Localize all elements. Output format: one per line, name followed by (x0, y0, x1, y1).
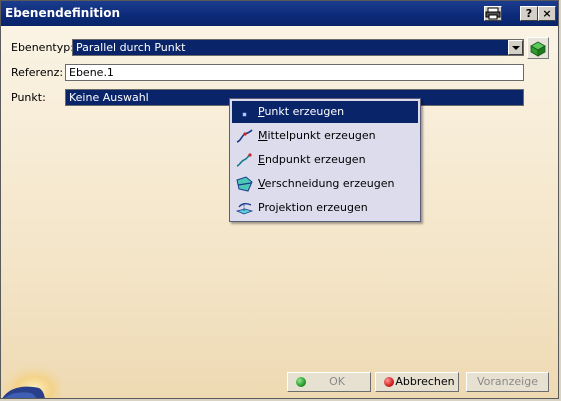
green-dot-icon (296, 377, 306, 387)
ebenentyp-label: Ebenentyp: (11, 41, 74, 54)
intersection-icon (236, 176, 253, 192)
window-title: Ebenendefinition (5, 6, 121, 20)
geometry-selector-button[interactable] (527, 37, 549, 59)
ebenentyp-value: Parallel durch Punkt (76, 41, 186, 54)
corner-globe-decoration (1, 356, 61, 398)
menu-item-mittelpunkt-erzeugen[interactable]: Mittelpunkt erzeugen (232, 125, 418, 147)
endpoint-icon (236, 153, 252, 167)
menu-item-punkt-erzeugen[interactable]: Punkt erzeugen (232, 101, 418, 123)
green-cube-icon (530, 41, 546, 57)
cancel-button[interactable]: Abbrechen (375, 372, 459, 392)
help-button[interactable]: ? (520, 6, 538, 21)
ok-button[interactable]: OK (287, 372, 371, 392)
printer-icon[interactable] (484, 6, 502, 21)
referenz-input[interactable]: Ebene.1 (65, 64, 524, 81)
referenz-label: Referenz: (11, 66, 64, 79)
red-dot-icon (384, 377, 394, 387)
ebenentyp-combo[interactable]: Parallel durch Punkt (72, 39, 524, 56)
plane-definition-dialog: Ebenendefinition ? × Ebenentyp: Parallel… (0, 0, 559, 399)
punkt-label: Punkt: (11, 91, 46, 104)
point-icon (242, 112, 247, 117)
chevron-down-icon[interactable] (508, 40, 523, 55)
title-bar: Ebenendefinition ? × (1, 1, 558, 26)
context-menu: Punkt erzeugen Mittelpunkt erzeugen Endp… (229, 98, 421, 222)
midpoint-icon (236, 129, 253, 143)
menu-item-endpunkt-erzeugen[interactable]: Endpunkt erzeugen (232, 149, 418, 171)
close-button[interactable]: × (538, 6, 556, 21)
projection-icon (236, 202, 253, 215)
preview-button[interactable]: Voranzeige (466, 372, 549, 392)
menu-item-projektion-erzeugen[interactable]: Projektion erzeugen (232, 197, 418, 219)
menu-item-verschneidung-erzeugen[interactable]: Verschneidung erzeugen (232, 173, 418, 195)
